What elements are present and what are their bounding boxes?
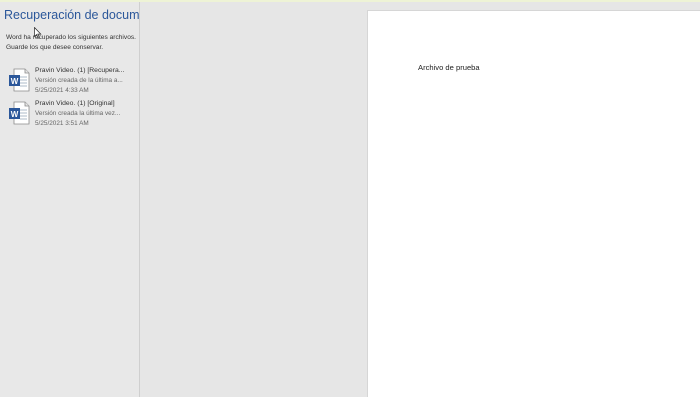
pane-description: Word ha recuperado los siguientes archiv… <box>6 33 138 52</box>
file-description: Versión creada de la última a... <box>35 77 123 84</box>
svg-text:W: W <box>11 110 19 119</box>
file-name: Pravin Video. (1) [Recupera... <box>35 67 125 74</box>
file-date: 5/25/2021 3:51 AM <box>35 120 89 127</box>
pane-description-line-1: Word ha recuperado los siguientes archiv… <box>6 34 136 41</box>
file-name: Pravin Video. (1) [Original] <box>35 100 115 107</box>
recovered-file-item[interactable]: W Pravin Video. (1) [Recupera... Versión… <box>6 66 138 98</box>
svg-text:W: W <box>11 77 19 86</box>
file-date: 5/25/2021 4:33 AM <box>35 87 89 94</box>
document-recovery-pane: Recuperación de docume... Word ha recupe… <box>0 2 140 397</box>
recovered-file-item[interactable]: W Pravin Video. (1) [Original] Versión c… <box>6 99 138 131</box>
document-body-text: Archivo de prueba <box>418 63 480 72</box>
pane-title: Recuperación de docume... <box>4 8 140 22</box>
word-document-icon: W <box>9 68 30 92</box>
file-description: Versión creada la última vez... <box>35 110 121 117</box>
word-document-icon: W <box>9 101 30 125</box>
document-page[interactable]: Archivo de prueba <box>367 10 700 397</box>
mouse-cursor-icon <box>34 27 42 39</box>
pane-description-line-2: Guarde los que desee conservar. <box>6 43 104 51</box>
